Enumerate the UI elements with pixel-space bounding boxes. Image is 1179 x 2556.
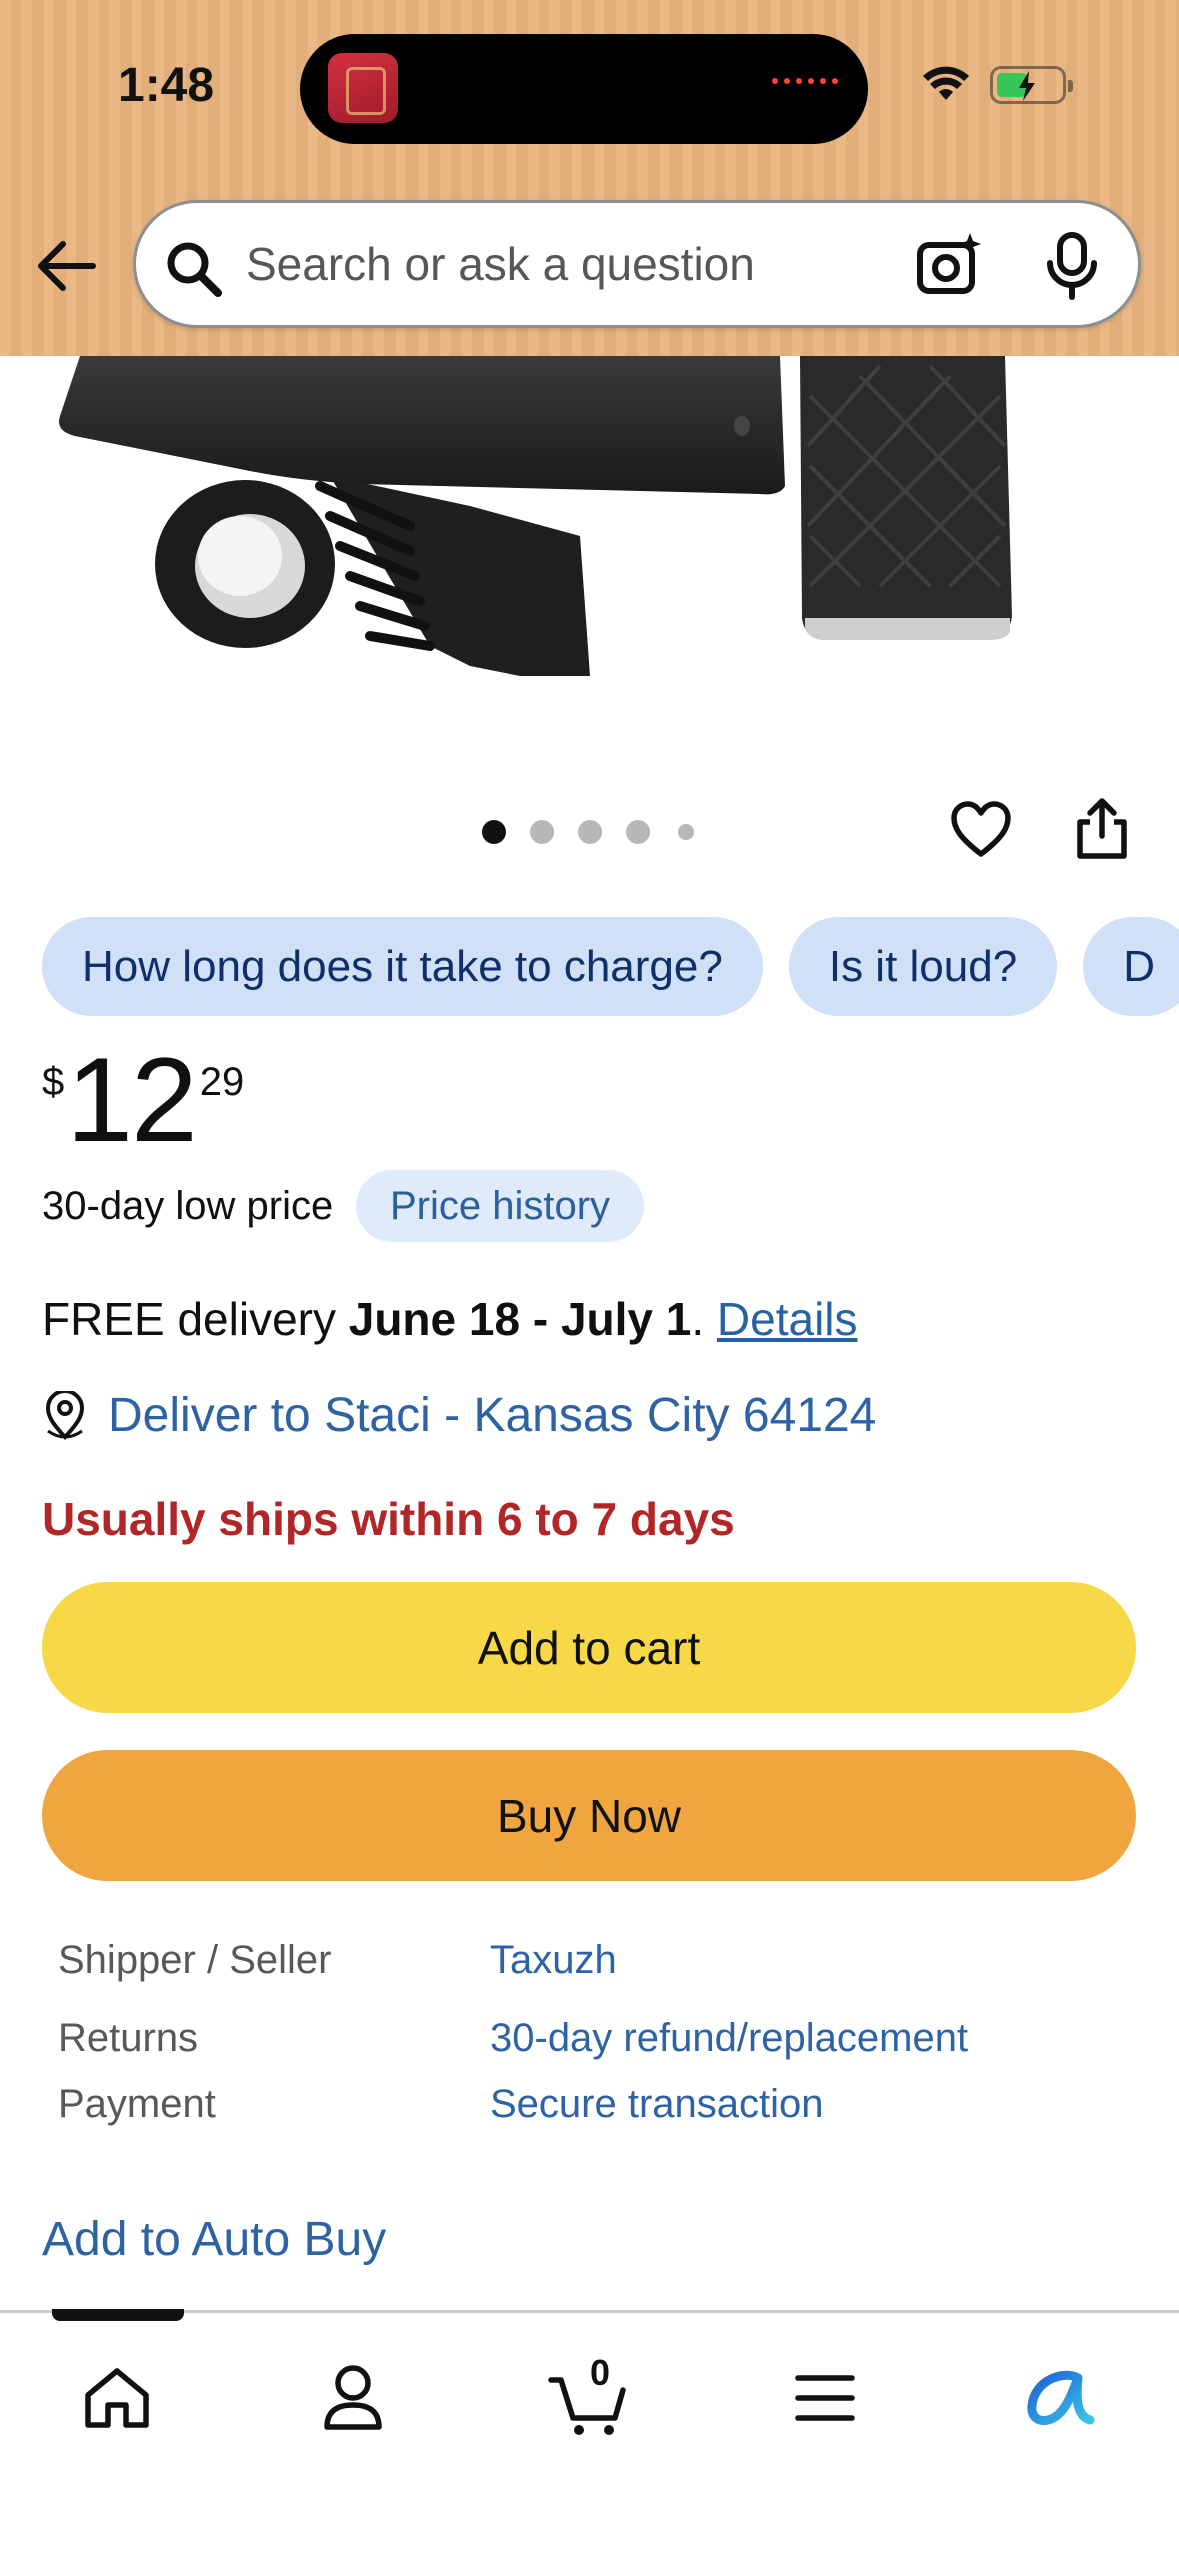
location-pin-icon	[45, 1390, 85, 1440]
dynamic-island[interactable]	[300, 34, 868, 144]
nav-menu[interactable]	[780, 2353, 870, 2443]
price-history-button[interactable]: Price history	[356, 1170, 645, 1242]
share-icon[interactable]	[1072, 796, 1132, 860]
question-chip[interactable]: Is it loud?	[788, 917, 1058, 1016]
nav-account[interactable]	[308, 2353, 398, 2443]
search-bar[interactable]	[133, 200, 1141, 328]
now-playing-artwork	[328, 53, 398, 123]
camera-icon[interactable]	[914, 231, 984, 301]
header: 1:48	[0, 0, 1179, 356]
delivery-suffix: .	[691, 1293, 705, 1345]
price-fraction: 29	[199, 1060, 245, 1104]
cart-icon	[548, 2377, 626, 2435]
buy-now-button[interactable]: Buy Now	[42, 1750, 1136, 1881]
price: $ 12 29	[42, 1040, 244, 1160]
price-whole: 12	[66, 1033, 197, 1167]
add-to-cart-button[interactable]: Add to cart	[42, 1582, 1136, 1713]
delivery-prefix: FREE delivery	[42, 1293, 336, 1345]
gallery-dot[interactable]	[678, 824, 694, 840]
gallery-dot-active[interactable]	[482, 820, 506, 844]
question-chip[interactable]: D	[1083, 917, 1179, 1016]
delivery-details-link[interactable]: Details	[717, 1293, 858, 1345]
nav-cart[interactable]: 0	[544, 2352, 634, 2443]
active-tab-indicator	[52, 2309, 184, 2321]
delivery-info: FREE delivery June 18 - July 1. Details	[42, 1292, 858, 1346]
returns-link[interactable]: 30-day refund/replacement	[490, 2016, 968, 2061]
bottom-nav: 0	[0, 2309, 1179, 2556]
search-input[interactable]	[246, 203, 886, 325]
rufus-ai-icon	[1027, 2370, 1095, 2425]
ships-notice: Usually ships within 6 to 7 days	[42, 1493, 735, 1545]
product-image[interactable]	[0, 356, 1179, 756]
home-icon	[85, 2368, 149, 2428]
gallery-dot[interactable]	[530, 820, 554, 844]
price-currency: $	[42, 1060, 65, 1104]
menu-icon	[795, 2375, 855, 2421]
info-label: Payment	[58, 2082, 216, 2126]
question-chips: How long does it take to charge? Is it l…	[42, 917, 1179, 1016]
info-label: Shipper / Seller	[58, 1938, 332, 1982]
battery-icon	[990, 66, 1073, 104]
payment-link[interactable]: Secure transaction	[490, 2082, 824, 2127]
seller-link[interactable]: Taxuzh	[490, 1938, 617, 1983]
nav-home[interactable]	[72, 2353, 162, 2443]
nav-rufus[interactable]	[1016, 2353, 1106, 2443]
low-price-label: 30-day low price	[42, 1184, 334, 1228]
back-button[interactable]	[34, 236, 98, 296]
add-to-auto-buy-link[interactable]: Add to Auto Buy	[42, 2212, 386, 2267]
info-label: Returns	[58, 2016, 199, 2060]
deliver-to-text: Deliver to Staci - Kansas City 64124	[108, 1389, 877, 1442]
heart-icon[interactable]	[950, 800, 1012, 858]
delivery-dates: June 18 - July 1	[348, 1293, 692, 1345]
gallery-dot[interactable]	[626, 820, 650, 844]
back-arrow-icon	[38, 241, 96, 291]
gallery-dot[interactable]	[578, 820, 602, 844]
deliver-to-link[interactable]: Deliver to Staci - Kansas City 64124	[42, 1388, 876, 1443]
mic-icon[interactable]	[1042, 231, 1102, 301]
account-icon	[324, 2365, 382, 2430]
question-chip[interactable]: How long does it take to charge?	[42, 917, 763, 1016]
status-time: 1:48	[118, 59, 215, 112]
wifi-icon	[923, 66, 969, 100]
search-icon	[167, 242, 222, 297]
audio-waveform-icon	[772, 78, 838, 84]
